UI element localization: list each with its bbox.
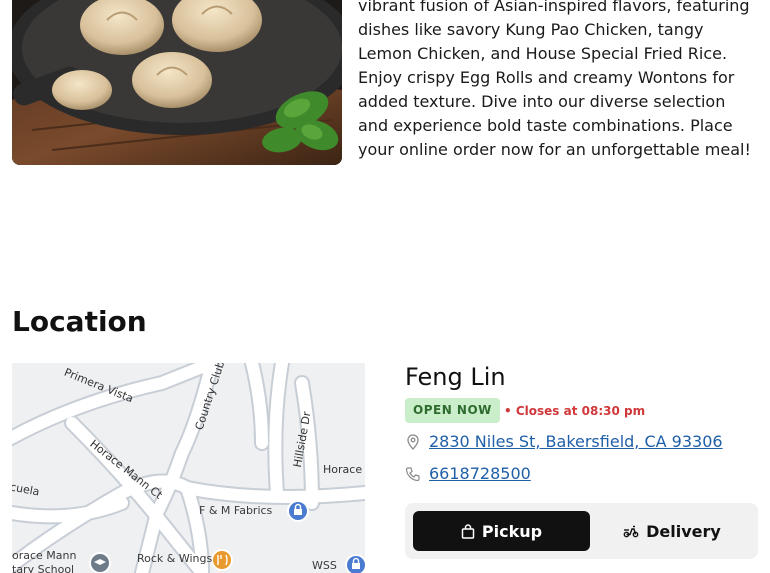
map-pin-icon (405, 434, 421, 450)
location-map[interactable]: Primera Vista Country Club Hillside Dr H… (12, 363, 365, 573)
delivery-button[interactable]: Delivery (594, 511, 750, 551)
address-row: 2830 Niles St, Bakersfield, CA 93306 (405, 431, 723, 453)
location-heading: Location (12, 305, 147, 338)
map-pin-wss[interactable] (345, 554, 365, 573)
pickup-button[interactable]: Pickup (413, 511, 590, 551)
order-mode-toggle: Pickup Delivery (405, 503, 758, 559)
restaurant-description: vibrant fusion of Asian-inspired flavors… (358, 0, 751, 159)
place-label: tary School (12, 563, 75, 573)
page: vibrant fusion of Asian-inspired flavors… (0, 0, 770, 573)
map-pin-school[interactable] (89, 552, 111, 573)
phone-link[interactable]: 6618728500 (429, 463, 531, 485)
place-label: F & M Fabrics (199, 504, 273, 517)
scooter-icon (623, 524, 639, 538)
address-link[interactable]: 2830 Niles St, Bakersfield, CA 93306 (429, 431, 723, 453)
phone-icon (405, 466, 421, 482)
hero-food-image (12, 0, 342, 165)
street-label: Horace (323, 463, 363, 476)
phone-row: 6618728500 (405, 463, 531, 485)
shopping-bag-icon (461, 523, 475, 539)
place-label: WSS (312, 559, 337, 572)
map-pin-rock-wings[interactable] (211, 549, 233, 571)
closing-time: • Closes at 08:30 pm (504, 404, 646, 418)
pickup-label: Pickup (481, 521, 543, 541)
place-label: orace Mann (12, 549, 77, 562)
restaurant-name: Feng Lin (405, 363, 506, 391)
delivery-label: Delivery (646, 521, 721, 541)
map-pin-fm-fabrics[interactable] (287, 500, 309, 522)
place-label: Rock & Wings (137, 552, 213, 565)
open-status-badge: OPEN NOW (405, 398, 500, 423)
